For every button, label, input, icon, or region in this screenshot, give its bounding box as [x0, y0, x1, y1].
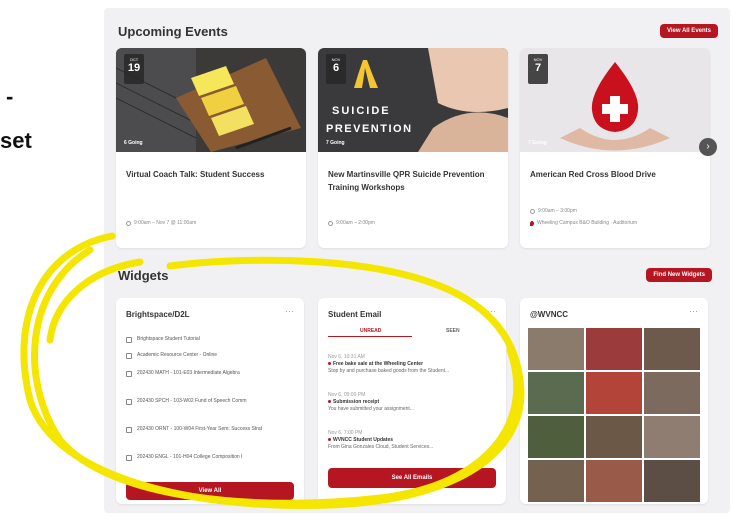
social-photo[interactable] — [644, 460, 700, 502]
view-all-events-button[interactable]: View All Events — [659, 24, 718, 38]
course-item[interactable]: 202430 SPCH - 103-W02 Fund of Speech Com… — [126, 398, 296, 405]
course-item[interactable]: 202430 ENGL - 101-H04 College Compositio… — [126, 454, 296, 461]
event-time: 9:00am – Nov 7 @ 11:00am — [126, 220, 196, 226]
dashboard-panel: Upcoming Events View All Events OCT 19 6… — [104, 8, 730, 513]
event-title[interactable]: New Martinsville QPR Suicide Prevention … — [328, 168, 498, 194]
social-photo[interactable] — [528, 460, 584, 502]
widgets-section-title: Widgets — [118, 268, 169, 283]
course-icon — [126, 427, 132, 433]
event-date-badge: NOV 6 — [326, 54, 346, 84]
event-image-3: NOV 7 7 Going — [520, 48, 710, 152]
image-text-line-1: SUICIDE — [332, 105, 391, 117]
email-item[interactable]: Nov 6, 7:00 PM WVNCC Student Updates Fro… — [328, 430, 498, 451]
cropped-edge-dash: - — [6, 84, 14, 109]
event-going-count: 7 Going — [326, 140, 345, 146]
event-location: Wheeling Campus B&O Building · Auditoriu… — [530, 220, 637, 226]
location-pin-icon — [530, 220, 534, 226]
photo-grid — [528, 328, 700, 502]
social-photo[interactable] — [586, 372, 642, 414]
student-email-widget: Student Email ··· UNREAD SEEN Nov 6, 10:… — [318, 298, 506, 504]
event-going-count: 7 Going — [528, 140, 547, 146]
event-date-badge: NOV 7 — [528, 54, 548, 84]
social-photo[interactable] — [586, 416, 642, 458]
unread-dot-icon — [328, 362, 331, 366]
more-options-icon[interactable]: ··· — [689, 306, 698, 316]
social-photo[interactable] — [586, 460, 642, 502]
course-icon — [126, 455, 132, 461]
course-item[interactable]: 202430 MATH - 101-E03 Intermediate Algeb… — [126, 370, 296, 377]
email-item[interactable]: Nov 6, 09:00 PM Submission receipt You h… — [328, 392, 498, 413]
active-tab-indicator — [328, 336, 412, 337]
widget-title: Student Email — [328, 310, 382, 319]
social-photo[interactable] — [644, 416, 700, 458]
social-photo[interactable] — [644, 328, 700, 370]
unread-dot-icon — [328, 400, 331, 404]
blood-drive-photo — [520, 48, 710, 152]
carousel-next-button[interactable]: › — [699, 138, 717, 156]
social-photo[interactable] — [528, 328, 584, 370]
course-item[interactable]: Brightspace Student Tutorial — [126, 336, 296, 343]
cropped-edge-text: set — [0, 128, 32, 153]
event-card-1[interactable]: OCT 19 6 Going Virtual Coach Talk: Stude… — [116, 48, 306, 248]
event-date-badge: OCT 19 — [124, 54, 144, 84]
social-photo[interactable] — [528, 372, 584, 414]
course-icon — [126, 337, 132, 343]
event-card-2[interactable]: SUICIDE PREVENTION NOV 6 7 Going New Mar… — [318, 48, 508, 248]
clock-icon — [530, 208, 535, 214]
clock-icon — [126, 220, 131, 226]
event-time: 9:00am – 3:00pm — [530, 208, 577, 214]
social-photo[interactable] — [644, 372, 700, 414]
notebook-photo — [116, 48, 306, 152]
event-time: 9:00am – 2:00pm — [328, 220, 375, 226]
tab-unread[interactable]: UNREAD — [360, 328, 381, 334]
event-title[interactable]: Virtual Coach Talk: Student Success — [126, 168, 296, 181]
event-title[interactable]: American Red Cross Blood Drive — [530, 168, 700, 181]
social-photo[interactable] — [528, 416, 584, 458]
unread-dot-icon — [328, 438, 331, 442]
find-new-widgets-button[interactable]: Find New Widgets — [646, 268, 712, 282]
widget-title: @WVNCC — [530, 310, 569, 319]
course-icon — [126, 353, 132, 359]
suicide-prevention-photo: SUICIDE PREVENTION — [318, 48, 508, 152]
course-icon — [126, 371, 132, 377]
event-image-2: SUICIDE PREVENTION NOV 6 7 Going — [318, 48, 508, 152]
social-media-widget: @WVNCC ··· — [520, 298, 708, 504]
events-section-title: Upcoming Events — [118, 24, 228, 39]
widget-title: Brightspace/D2L — [126, 310, 190, 319]
tab-seen[interactable]: SEEN — [446, 328, 460, 334]
course-icon — [126, 399, 132, 405]
event-card-3[interactable]: NOV 7 7 Going American Red Cross Blood D… — [520, 48, 710, 248]
email-item[interactable]: Nov 6, 10:31 AM Free bake sale at the Wh… — [328, 354, 498, 375]
more-options-icon[interactable]: ··· — [487, 306, 496, 316]
view-all-courses-button[interactable]: View All — [126, 482, 294, 500]
event-going-count: 6 Going — [124, 140, 143, 146]
see-all-emails-button[interactable]: See All Emails — [328, 468, 496, 488]
course-item[interactable]: 202430 ORNT - 100-W04 First-Year Sem: Su… — [126, 426, 296, 433]
clock-icon — [328, 220, 333, 226]
course-item[interactable]: Academic Resource Center - Online — [126, 352, 296, 359]
more-options-icon[interactable]: ··· — [285, 306, 294, 316]
brightspace-widget: Brightspace/D2L ··· Brightspace Student … — [116, 298, 304, 504]
event-image-1: OCT 19 6 Going — [116, 48, 306, 152]
image-text-line-2: PREVENTION — [326, 123, 413, 135]
social-photo[interactable] — [586, 328, 642, 370]
